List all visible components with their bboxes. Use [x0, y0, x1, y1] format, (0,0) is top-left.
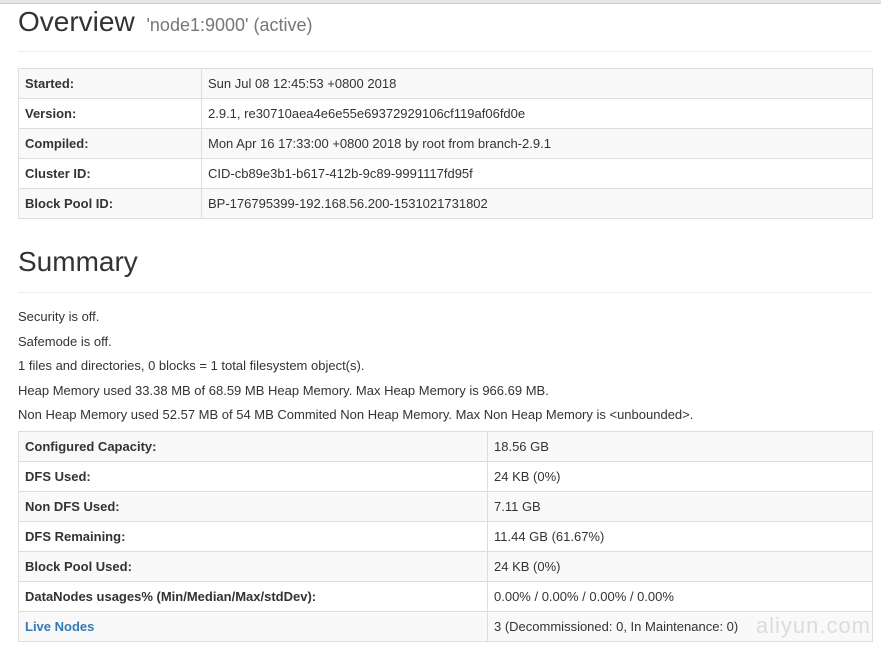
status-line: 1 files and directories, 0 blocks = 1 to…	[18, 358, 365, 374]
row-value: 11.44 GB (61.67%)	[487, 521, 873, 552]
row-label: DataNodes usages% (Min/Median/Max/stdDev…	[18, 581, 488, 612]
status-line: Heap Memory used 33.38 MB of 68.59 MB He…	[18, 382, 549, 398]
row-label: DFS Used:	[18, 461, 488, 492]
row-value: BP-176795399-192.168.56.200-153102173180…	[201, 188, 873, 219]
row-label: Cluster ID:	[18, 158, 202, 189]
table-row: Non DFS Used: 7.11 GB	[18, 491, 873, 522]
row-label: Non DFS Used:	[18, 491, 488, 522]
overview-table: Started: Sun Jul 08 12:45:53 +0800 2018 …	[18, 68, 873, 219]
row-value: 24 KB (0%)	[487, 551, 873, 582]
summary-header: Summary	[18, 236, 873, 293]
row-value: 18.56 GB	[487, 431, 873, 462]
overview-subtitle: 'node1:9000' (active)	[146, 15, 313, 35]
table-row: DFS Remaining: 11.44 GB (61.67%)	[18, 521, 873, 552]
status-line: Security is off.	[18, 309, 100, 324]
row-value: 0.00% / 0.00% / 0.00% / 0.00%	[487, 581, 873, 612]
row-label: Live Nodes	[18, 611, 488, 642]
table-row: Started: Sun Jul 08 12:45:53 +0800 2018	[18, 68, 873, 99]
table-row: Configured Capacity: 18.56 GB	[18, 431, 873, 462]
row-value: CID-cb89e3b1-b617-412b-9c89-9991117fd95f	[201, 158, 873, 189]
page-title: Overview 'node1:9000' (active)	[18, 6, 312, 38]
table-row: Version: 2.9.1, re30710aea4e6e55e6937292…	[18, 98, 873, 129]
row-value: Sun Jul 08 12:45:53 +0800 2018	[201, 68, 873, 99]
live-nodes-link[interactable]: Live Nodes	[25, 619, 94, 634]
table-row: DataNodes usages% (Min/Median/Max/stdDev…	[18, 581, 873, 612]
row-value: 3 (Decommissioned: 0, In Maintenance: 0)	[487, 611, 873, 642]
row-label: Block Pool ID:	[18, 188, 202, 219]
main-content: Overview 'node1:9000' (active) Started: …	[18, 0, 873, 642]
overview-title: Overview	[18, 6, 135, 37]
summary-table: Configured Capacity: 18.56 GB DFS Used: …	[18, 431, 873, 642]
status-line: Safemode is off.	[18, 333, 112, 349]
row-value: 2.9.1, re30710aea4e6e55e69372929106cf119…	[201, 98, 873, 129]
summary-status-lines: Security is off. Safemode is off. 1 file…	[18, 307, 873, 430]
row-value: 7.11 GB	[487, 491, 873, 522]
status-line: Non Heap Memory used 52.57 MB of 54 MB C…	[18, 407, 694, 423]
row-label: DFS Remaining:	[18, 521, 488, 552]
table-row: DFS Used: 24 KB (0%)	[18, 461, 873, 492]
row-value: Mon Apr 16 17:33:00 +0800 2018 by root f…	[201, 128, 873, 159]
row-label: Compiled:	[18, 128, 202, 159]
row-label: Started:	[18, 68, 202, 99]
table-row: Live Nodes 3 (Decommissioned: 0, In Main…	[18, 611, 873, 642]
row-label: Configured Capacity:	[18, 431, 488, 462]
table-row: Cluster ID: CID-cb89e3b1-b617-412b-9c89-…	[18, 158, 873, 189]
table-row: Compiled: Mon Apr 16 17:33:00 +0800 2018…	[18, 128, 873, 159]
row-label: Version:	[18, 98, 202, 129]
summary-title: Summary	[18, 246, 138, 277]
row-value: 24 KB (0%)	[487, 461, 873, 492]
table-row: Block Pool Used: 24 KB (0%)	[18, 551, 873, 582]
row-label: Block Pool Used:	[18, 551, 488, 582]
overview-header: Overview 'node1:9000' (active)	[18, 0, 873, 52]
table-row: Block Pool ID: BP-176795399-192.168.56.2…	[18, 188, 873, 219]
